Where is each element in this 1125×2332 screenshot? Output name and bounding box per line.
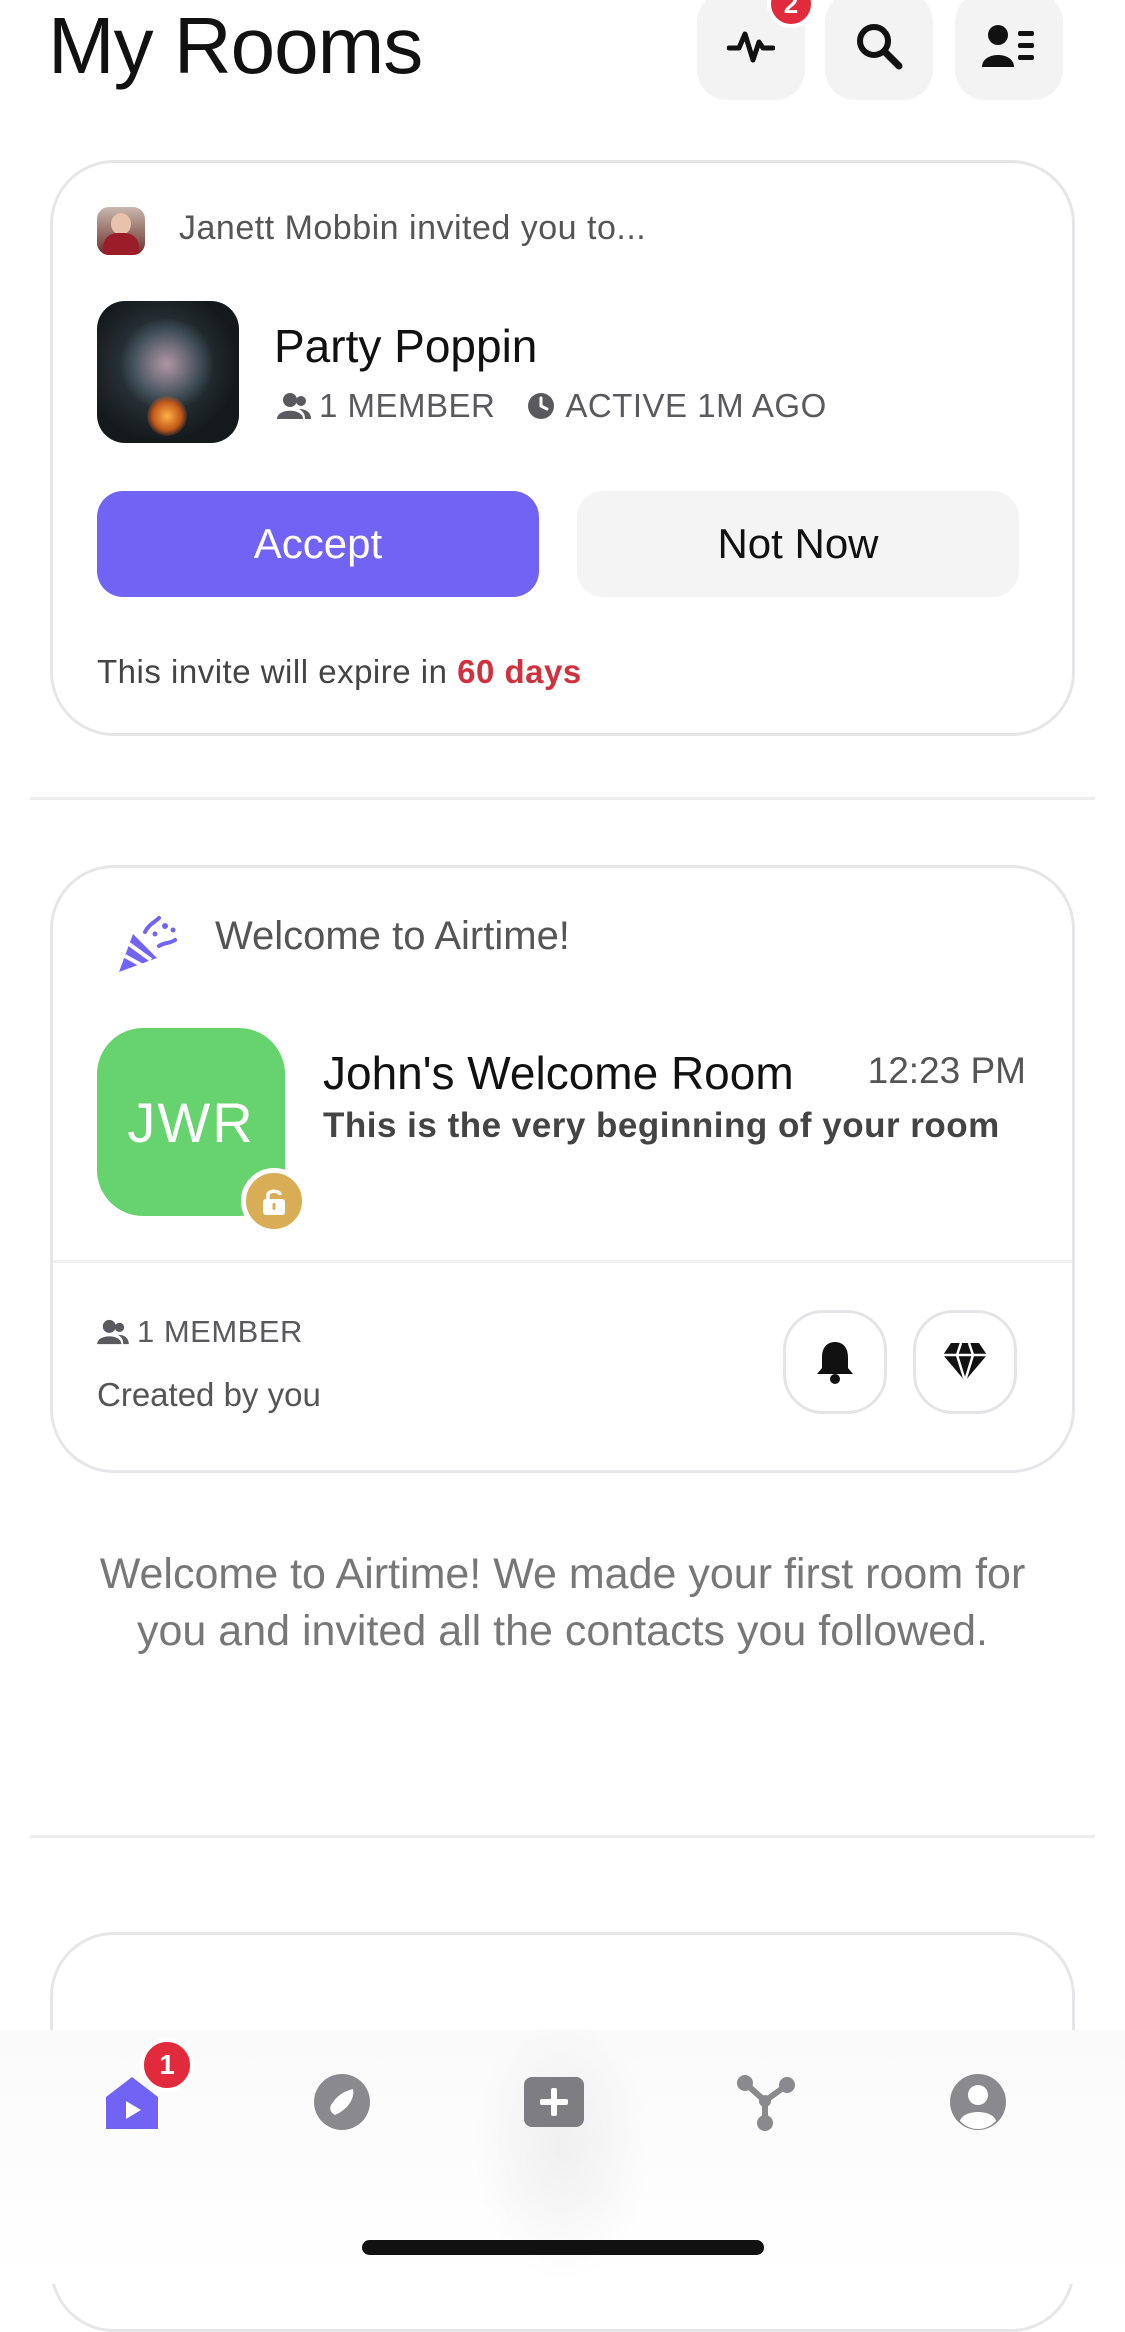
- bell-icon: [817, 1342, 853, 1384]
- home-indicator[interactable]: [362, 2240, 764, 2255]
- activity-button[interactable]: 2: [697, 0, 815, 100]
- tab-profile[interactable]: [946, 2070, 1010, 2134]
- welcome-message: Welcome to Airtime! We made your first r…: [99, 1550, 1026, 1655]
- created-by: Created by you: [97, 1376, 321, 1413]
- room-image[interactable]: [97, 301, 239, 443]
- welcome-room-time: 12:23 PM: [867, 1050, 1026, 1091]
- search-button[interactable]: [825, 0, 933, 100]
- lock-icon: [263, 1189, 285, 1215]
- members-icon: [277, 393, 311, 419]
- add-room-icon: [524, 2077, 584, 2127]
- invite-card: Janett Mobbin invited you to... Party Po…: [50, 160, 1075, 736]
- accept-button[interactable]: Accept: [97, 491, 539, 597]
- boost-button[interactable]: [913, 1310, 1017, 1414]
- home-badge: 1: [140, 2038, 194, 2092]
- section-divider: [30, 797, 1095, 800]
- tab-network[interactable]: [734, 2070, 798, 2134]
- notifications-button[interactable]: [783, 1310, 887, 1414]
- welcome-members: 1 MEMBER: [97, 1314, 303, 1350]
- tab-create-room[interactable]: [522, 2070, 586, 2134]
- page-title: My Rooms: [48, 1, 423, 90]
- lock-badge: [241, 1168, 307, 1234]
- expiry-prefix: This invite will expire in: [97, 653, 448, 690]
- clock-icon: [528, 393, 555, 419]
- profile-icon: [950, 2074, 1006, 2130]
- invite-active: ACTIVE 1M AGO: [565, 387, 827, 424]
- not-now-button[interactable]: Not Now: [577, 491, 1019, 597]
- network-icon: [737, 2075, 795, 2131]
- welcome-room-preview: This is the very beginning of your room: [323, 1106, 1000, 1145]
- inviter-text: Janett Mobbin invited you to...: [179, 209, 647, 247]
- tab-home[interactable]: 1: [100, 2038, 194, 2134]
- diamond-icon: [943, 1342, 987, 1383]
- compass-icon: [314, 2074, 370, 2130]
- welcome-room-card[interactable]: Welcome to Airtime! JWR John's Welcome R…: [50, 865, 1075, 1473]
- contacts-icon: [982, 25, 1034, 67]
- invite-meta: 1 MEMBER ACTIVE 1M AGO: [277, 387, 827, 425]
- contacts-button[interactable]: [955, 0, 1063, 100]
- members-icon: [97, 1319, 129, 1345]
- inviter-avatar: [97, 207, 145, 255]
- welcome-room-name: John's Welcome Room: [323, 1047, 794, 1099]
- activity-icon: [727, 31, 775, 63]
- party-popper-icon: [119, 916, 177, 972]
- invite-expiry: This invite will expire in 60 days: [97, 653, 582, 691]
- activity-badge: 2: [767, 0, 815, 28]
- invite-room-name[interactable]: Party Poppin: [274, 319, 537, 373]
- welcome-members-text: 1 MEMBER: [137, 1314, 303, 1349]
- tab-explore[interactable]: [310, 2070, 374, 2134]
- section-divider: [30, 1835, 1095, 1838]
- invite-members: 1 MEMBER: [319, 387, 496, 424]
- search-icon: [857, 24, 903, 70]
- expiry-days: 60 days: [457, 653, 582, 690]
- card-divider: [53, 1260, 1072, 1263]
- welcome-header-text: Welcome to Airtime!: [215, 914, 570, 958]
